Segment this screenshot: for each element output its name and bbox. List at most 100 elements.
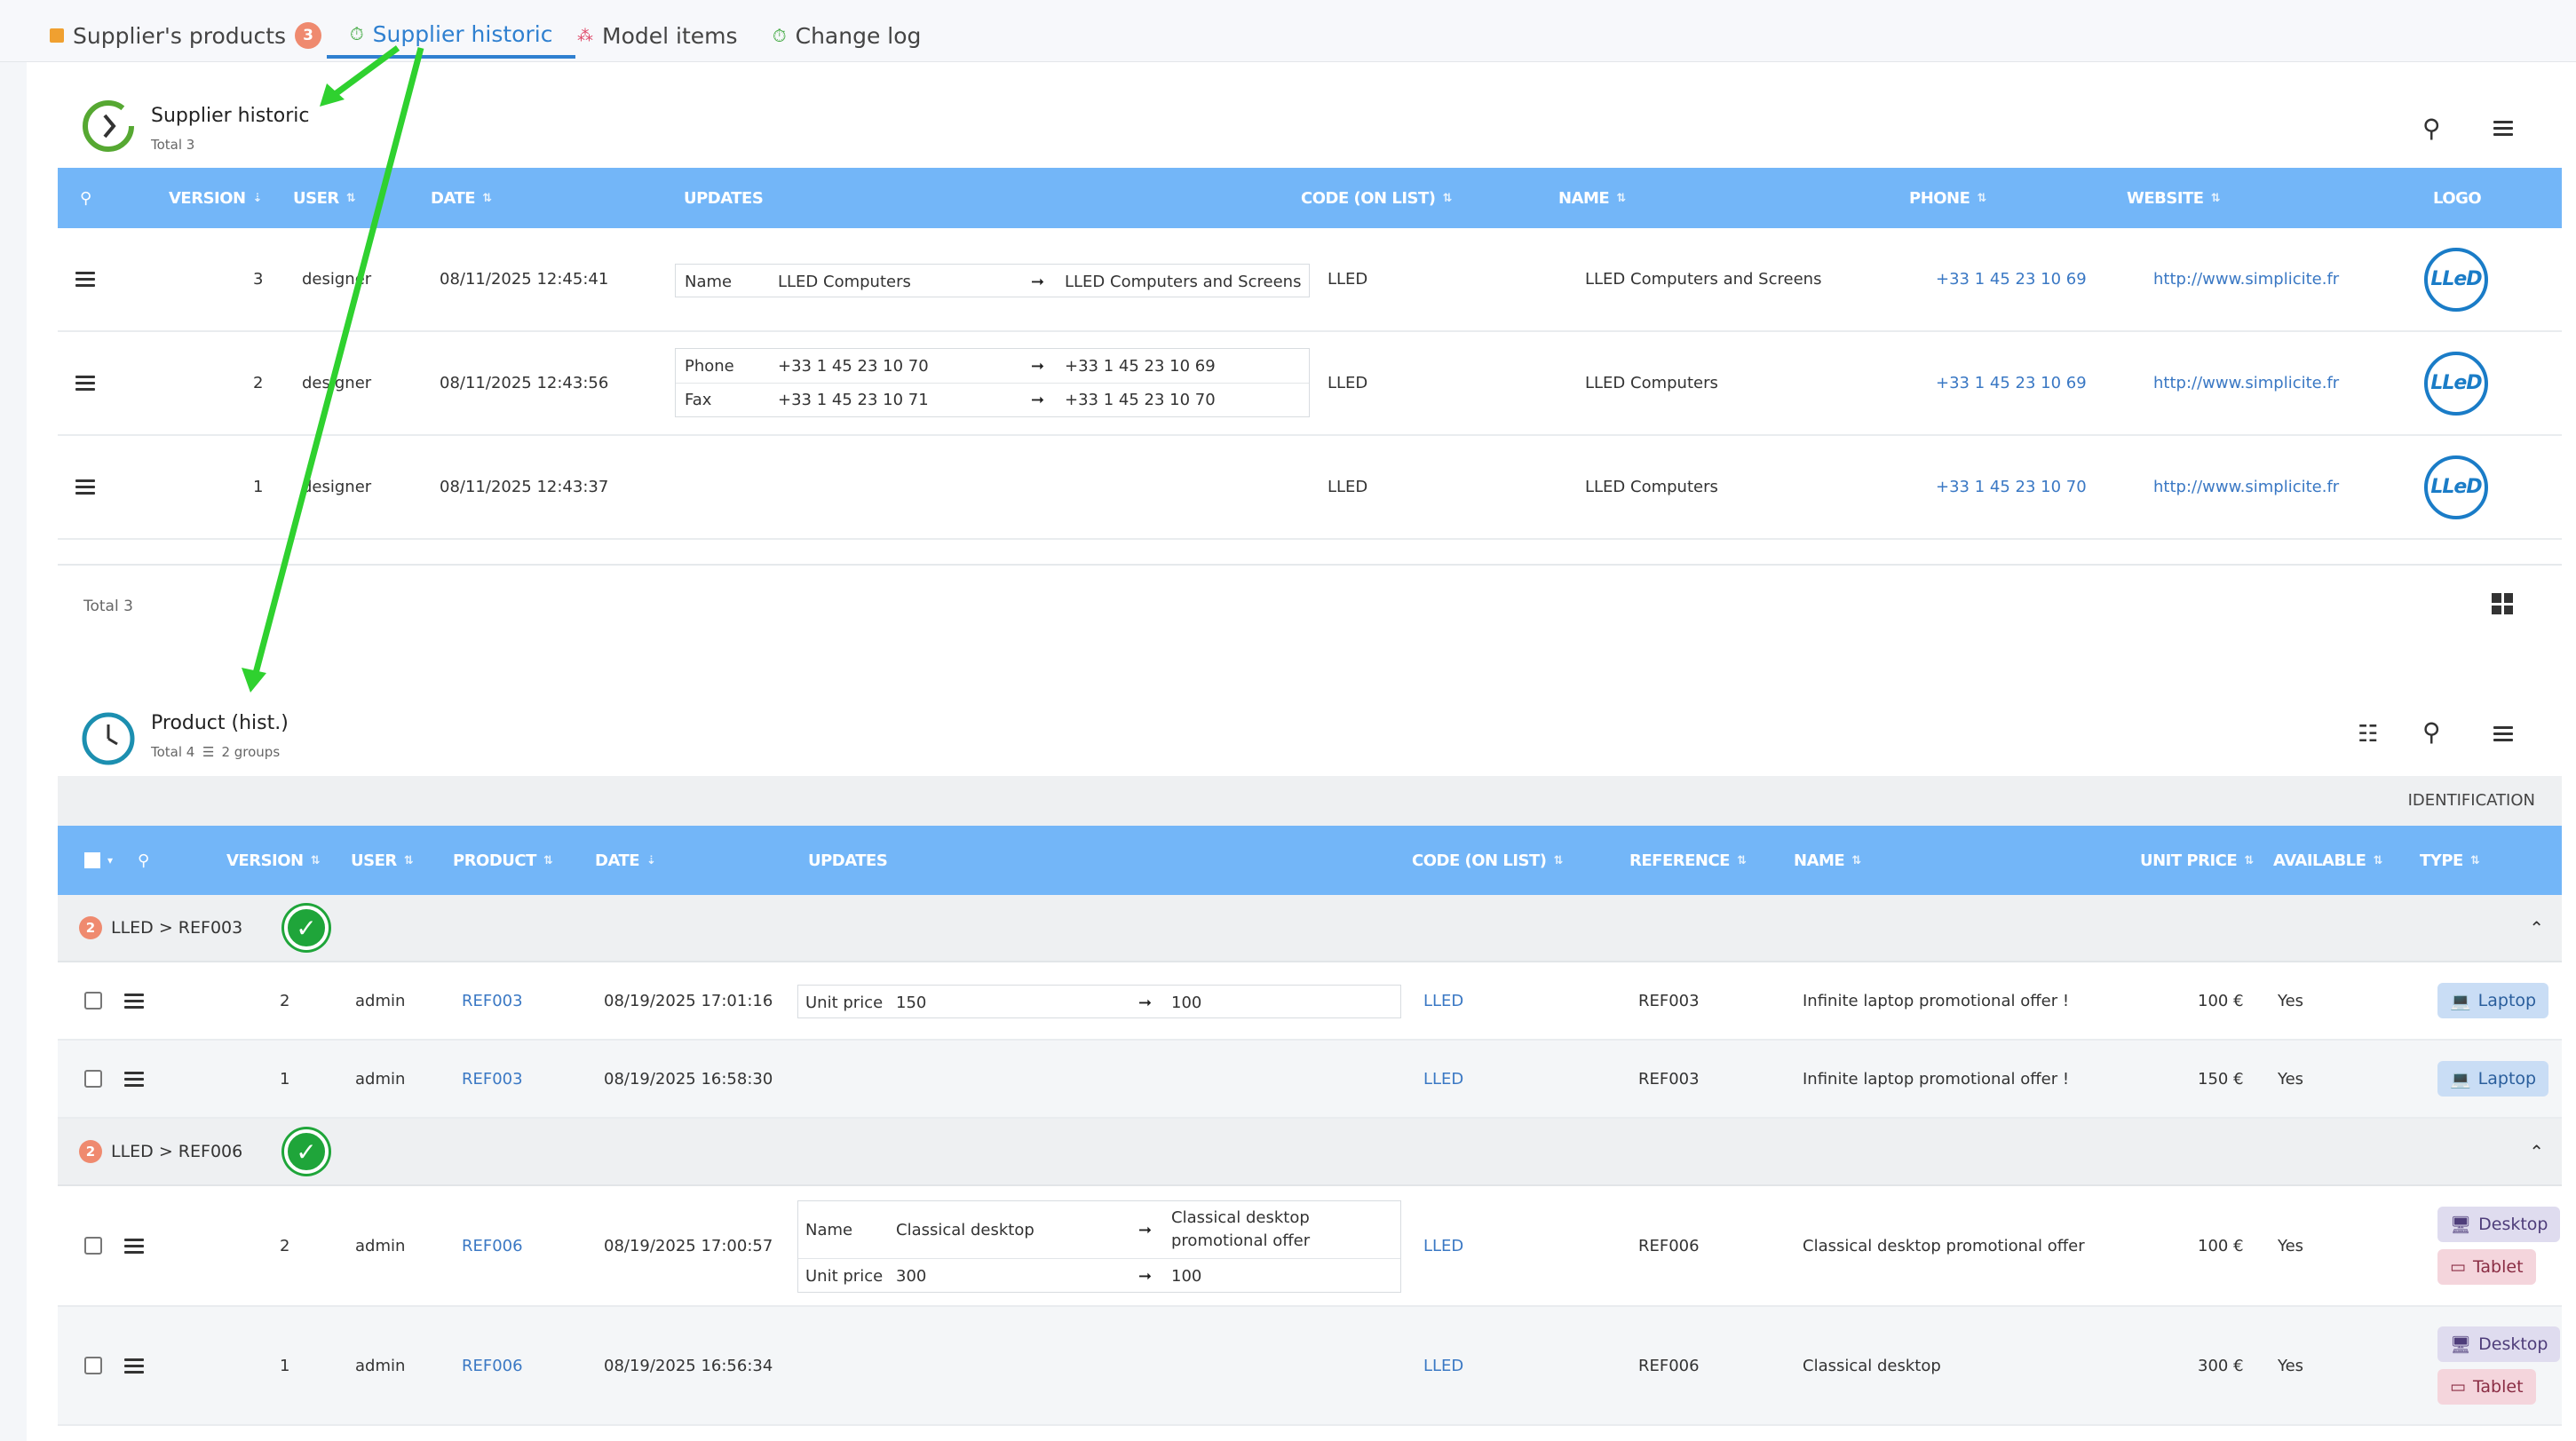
- menu-icon[interactable]: [2493, 726, 2513, 741]
- name: LLED Computers: [1585, 374, 1718, 392]
- row-checkbox[interactable]: [84, 1070, 102, 1088]
- col-website[interactable]: WEBSITE ⇅: [2127, 168, 2221, 228]
- code-link[interactable]: LLED: [1423, 1186, 1463, 1305]
- col-updates: UPDATES: [808, 851, 888, 870]
- col-date[interactable]: DATE ⇅: [431, 168, 492, 228]
- row-menu-icon[interactable]: [75, 479, 95, 495]
- col-type[interactable]: TYPE ⇅: [2420, 826, 2480, 895]
- table-row[interactable]: 3 designer 08/11/2025 12:45:41 Name LLED…: [58, 228, 2562, 332]
- type-tag: 🖥 Desktop: [2437, 1326, 2561, 1362]
- code-link[interactable]: LLED: [1423, 1307, 1463, 1424]
- phone-link[interactable]: +33 1 45 23 10 70: [1936, 436, 2087, 538]
- old-value: +33 1 45 23 10 70: [778, 356, 929, 376]
- grid-view-icon[interactable]: [2492, 593, 2513, 614]
- phone-link[interactable]: +33 1 45 23 10 69: [1936, 228, 2087, 330]
- type-tag: ▭ Tablet: [2437, 1369, 2536, 1405]
- website-link[interactable]: http://www.simplicite.fr: [2153, 436, 2339, 538]
- tab-change-log[interactable]: ⏱ Change log: [773, 12, 921, 59]
- table-row[interactable]: 2 designer 08/11/2025 12:43:56 Phone +33…: [58, 332, 2562, 436]
- table-row[interactable]: 1 admin REF006 08/19/2025 16:56:34 LLED …: [58, 1307, 2562, 1426]
- row-menu-icon[interactable]: [124, 1238, 144, 1254]
- row-menu-icon[interactable]: [124, 1071, 144, 1087]
- col-user[interactable]: USER ⇅: [293, 168, 356, 228]
- column-search-icon[interactable]: ⚲: [80, 168, 91, 228]
- clock-icon: [82, 712, 135, 765]
- date: 08/19/2025 17:00:57: [604, 1236, 773, 1255]
- code: LLED: [1328, 478, 1368, 496]
- tab-label: Supplier historic: [372, 20, 553, 47]
- arrow-right-icon: ➞: [1138, 1267, 1153, 1286]
- column-search-icon[interactable]: ⚲: [138, 826, 149, 895]
- code-link[interactable]: LLED: [1423, 1041, 1463, 1117]
- col-product[interactable]: PRODUCT ⇅: [453, 826, 553, 895]
- footer-total: Total 3: [83, 598, 133, 615]
- table-row[interactable]: 1 designer 08/11/2025 12:43:37 LLED LLED…: [58, 436, 2562, 540]
- col-code[interactable]: CODE (ON LIST) ⇅: [1412, 826, 1563, 895]
- menu-icon[interactable]: [2493, 121, 2513, 136]
- history-icon: [83, 100, 134, 152]
- website-link[interactable]: http://www.simplicite.fr: [2153, 332, 2339, 434]
- select-all-checkbox[interactable]: ▾: [84, 826, 113, 895]
- table-row[interactable]: 2 admin REF003 08/19/2025 17:01:16 Unit …: [58, 962, 2562, 1041]
- website-link[interactable]: http://www.simplicite.fr: [2153, 228, 2339, 330]
- col-name[interactable]: NAME ⇅: [1794, 826, 1861, 895]
- old-value: +33 1 45 23 10 71: [778, 391, 929, 409]
- user: admin: [355, 1236, 406, 1255]
- type-tag: 🖥 Desktop: [2437, 1207, 2561, 1242]
- collapse-chevron-icon[interactable]: ⌃: [2529, 1119, 2544, 1184]
- table-row[interactable]: 1 admin REF003 08/19/2025 16:58:30 LLED …: [58, 1041, 2562, 1119]
- group-header[interactable]: 2 LLED > REF003 ✓ ⌃: [58, 895, 2562, 962]
- col-code[interactable]: CODE (ON LIST) ⇅: [1301, 168, 1452, 228]
- tab-suppliers-products[interactable]: Supplier's products 3: [50, 12, 322, 59]
- arrow-right-icon: ➞: [1031, 272, 1045, 291]
- code-link[interactable]: LLED: [1423, 962, 1463, 1039]
- field-name: Name: [685, 272, 733, 291]
- col-version[interactable]: VERSION ⇣: [169, 168, 263, 228]
- row-menu-icon[interactable]: [75, 272, 95, 287]
- col-logo: LOGO: [2433, 188, 2482, 208]
- checkmark-icon: ✓: [284, 906, 329, 950]
- phone-link[interactable]: +33 1 45 23 10 69: [1936, 332, 2087, 434]
- product-link[interactable]: REF003: [462, 1041, 523, 1117]
- version: 2: [253, 374, 264, 392]
- row-menu-icon[interactable]: [124, 1358, 144, 1374]
- col-phone[interactable]: PHONE ⇅: [1909, 168, 1986, 228]
- old-value: LLED Computers: [778, 272, 911, 291]
- tab-supplier-historic[interactable]: ⏱ Supplier historic: [327, 12, 576, 59]
- divider: [58, 564, 2562, 566]
- search-icon[interactable]: ⚲: [2422, 717, 2441, 747]
- row-menu-icon[interactable]: [124, 993, 144, 1009]
- row-checkbox[interactable]: [84, 992, 102, 1009]
- col-updates: UPDATES: [684, 188, 764, 208]
- total-count: Total 3: [151, 137, 195, 153]
- product-link[interactable]: REF003: [462, 962, 523, 1039]
- col-date[interactable]: DATE ⇣: [595, 826, 656, 895]
- field-name: Name: [805, 1220, 853, 1239]
- version: 2: [280, 1236, 290, 1255]
- row-checkbox[interactable]: [84, 1357, 102, 1374]
- name: Classical desktop promotional offer: [1803, 1236, 2085, 1255]
- col-name[interactable]: NAME ⇅: [1558, 168, 1626, 228]
- reference: REF006: [1638, 1356, 1700, 1375]
- col-version[interactable]: VERSION ⇅: [226, 826, 321, 895]
- col-available[interactable]: AVAILABLE ⇅: [2273, 826, 2382, 895]
- row-menu-icon[interactable]: [75, 376, 95, 391]
- user: designer: [302, 478, 372, 496]
- row-checkbox[interactable]: [84, 1237, 102, 1255]
- name: Infinite laptop promotional offer !: [1803, 991, 2070, 1010]
- product-link[interactable]: REF006: [462, 1307, 523, 1424]
- col-user[interactable]: USER ⇅: [351, 826, 414, 895]
- version: 1: [280, 1069, 290, 1089]
- group-header[interactable]: 2 LLED > REF006 ✓ ⌃: [58, 1119, 2562, 1186]
- table-row[interactable]: 2 admin REF006 08/19/2025 17:00:57 Name …: [58, 1186, 2562, 1307]
- tab-model-items[interactable]: ⁂ Model items: [577, 12, 738, 59]
- search-icon[interactable]: ⚲: [2422, 114, 2441, 143]
- product-link[interactable]: REF006: [462, 1186, 523, 1305]
- available: Yes: [2278, 1236, 2304, 1255]
- col-unit-price[interactable]: UNIT PRICE ⇅: [2140, 826, 2254, 895]
- col-reference[interactable]: REFERENCE ⇅: [1629, 826, 1747, 895]
- list-view-icon[interactable]: ☷: [2358, 721, 2378, 748]
- box-icon: [50, 28, 64, 43]
- arrow-right-icon: ➞: [1031, 356, 1045, 376]
- collapse-chevron-icon[interactable]: ⌃: [2529, 895, 2544, 961]
